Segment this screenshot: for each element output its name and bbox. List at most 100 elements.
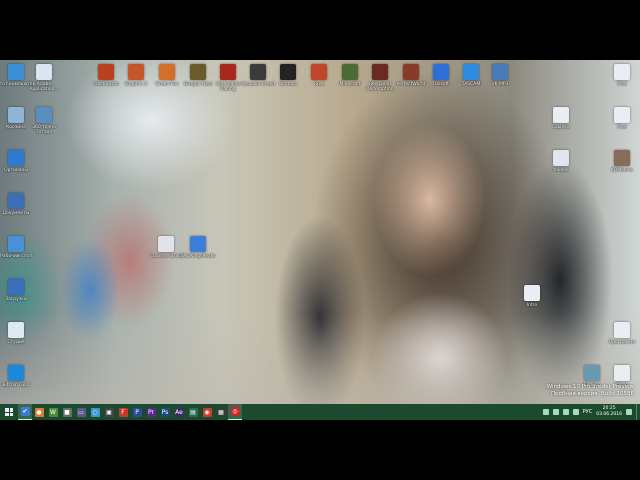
desktop-shortcut-label: Ссылка: [552, 125, 570, 130]
desktop-shortcut-label: WebKingsPeaks: [180, 254, 216, 259]
desktop-shortcut-label: Моё: [617, 125, 627, 130]
tb-app-5-button[interactable]: ▭: [74, 404, 88, 420]
tb-app-15-button[interactable]: ▦: [214, 404, 228, 420]
app-icon-2: [463, 64, 479, 80]
tb-app-6-button[interactable]: ○: [88, 404, 102, 420]
folder-icon-1: [8, 322, 24, 338]
tray-icon-2[interactable]: [552, 409, 559, 415]
tb-app-1-icon: ✔: [20, 407, 30, 416]
desktop-shortcut[interactable]: Рабочий стол: [0, 236, 36, 259]
tb-app-8-button[interactable]: F: [116, 404, 130, 420]
adobe-icon: [36, 64, 52, 80]
file-icon-6: [553, 107, 569, 123]
game-icon-1: [98, 64, 114, 80]
gem-icon: [8, 365, 24, 381]
windows-logo-icon: [5, 408, 13, 416]
computer-icon: [8, 64, 24, 80]
tb-app-11-icon: Ps: [160, 407, 170, 417]
desktop-shortcut-label: tokens: [553, 168, 569, 173]
tb-app-4-button[interactable]: ■: [60, 404, 74, 420]
tb-app-12-icon: Ae: [174, 407, 184, 417]
game-icon-8: [403, 64, 419, 80]
game-icon-2: [128, 64, 144, 80]
desktop-shortcut-label: Загрузки: [5, 297, 27, 302]
tb-app-14-button[interactable]: ◉: [200, 404, 214, 420]
desktop-shortcut-label: 360 точно Тотаоп: [32, 125, 56, 135]
center-file-icon-1: [158, 236, 174, 252]
warface-icon: [280, 64, 296, 80]
desktop-shortcut-label: Bitcoin Gold: [2, 383, 30, 388]
file-icon-11: [614, 365, 630, 381]
desktop-shortcut-label: KOMkoins: [611, 168, 633, 173]
tb-app-5-icon: ▭: [76, 407, 86, 417]
desktop-shortcut[interactable]: KOMkoins: [602, 150, 640, 173]
desktop-shortcut-label: Моё: [617, 82, 627, 87]
desktop-shortcut[interactable]: Загрузки: [0, 279, 36, 302]
game-icon-7: [372, 64, 388, 80]
desktop-shortcut[interactable]: Adobe Application...: [24, 64, 64, 92]
desktop-shortcut-label: Документы: [2, 211, 30, 216]
desktop-shortcut[interactable]: Моё: [602, 107, 640, 130]
tb-app-7-icon: ▣: [104, 407, 114, 417]
tray-icon-1[interactable]: [542, 409, 549, 415]
desktop-shortcut[interactable]: Студия: [0, 322, 36, 345]
desktop-shortcut[interactable]: 360 точно Тотаоп: [24, 107, 64, 135]
network-icon[interactable]: [562, 409, 569, 415]
desktop-shortcut[interactable]: tokens: [541, 150, 581, 173]
game-icon-4: [190, 64, 206, 80]
clock[interactable]: 20:25 03.06.2016: [596, 406, 622, 418]
taskbar: ✔ ● W ■ ▭ ○ ▣ F P Pr Ps Ae ▤ ◉ ▦ ◎ РУС 20:25 03.06.2016: [0, 404, 640, 420]
tb-app-2-icon: ●: [34, 407, 44, 417]
start-button[interactable]: [0, 404, 18, 420]
tb-app-3-icon: W: [48, 407, 58, 417]
tb-app-16-icon: ◎: [230, 407, 240, 416]
tb-app-16-button[interactable]: ◎: [228, 404, 242, 420]
watermark-line1: Windows 10 Pro Insider Preview: [546, 384, 634, 390]
file-icon-1: [8, 193, 24, 209]
tb-app-11-button[interactable]: Ps: [158, 404, 172, 420]
volume-icon[interactable]: [572, 409, 579, 415]
tb-app-9-button[interactable]: P: [130, 404, 144, 420]
notifications-icon[interactable]: [626, 409, 632, 415]
file-icon-2: [8, 236, 24, 252]
recycle-bin-icon: [8, 107, 24, 123]
letterbox-top: [0, 0, 640, 60]
tb-app-3-button[interactable]: W: [46, 404, 60, 420]
letterbox-bottom: [0, 420, 640, 480]
clock-date: 03.06.2016: [596, 412, 622, 417]
tb-app-8-icon: F: [118, 407, 128, 417]
game-icon-6: [250, 64, 266, 80]
tb-app-15-icon: ▦: [216, 407, 226, 417]
tb-app-2-button[interactable]: ●: [32, 404, 46, 420]
tb-app-6-icon: ○: [90, 407, 100, 417]
desktop-shortcut-label: Студия: [7, 340, 25, 345]
tb-app-10-button[interactable]: Pr: [144, 404, 158, 420]
tb-app-7-button[interactable]: ▣: [102, 404, 116, 420]
desktop-shortcut[interactable]: Документы: [0, 193, 36, 216]
text-file-icon: [8, 150, 24, 166]
desktop-shortcut[interactable]: Моё: [602, 64, 640, 87]
gallery-icon: [614, 150, 630, 166]
tb-app-13-button[interactable]: ▤: [186, 404, 200, 420]
tb-app-4-icon: ■: [62, 407, 72, 417]
tb-app-9-icon: P: [132, 407, 142, 417]
language-indicator[interactable]: РУС: [583, 409, 593, 415]
desktop-shortcut[interactable]: Ссылка: [541, 107, 581, 130]
taskbar-apps: ✔ ● W ■ ▭ ○ ▣ F P Pr Ps Ae ▤ ◉ ▦ ◎: [18, 404, 242, 420]
desktop-shortcut[interactable]: Оргиналы: [0, 150, 36, 173]
desktop-shortcut-label: Intro: [526, 303, 538, 308]
desktop-shortcut[interactable]: Intro: [512, 285, 552, 308]
desktop-shortcut[interactable]: WebKingsPeaks: [178, 236, 218, 259]
tb-app-1-button[interactable]: ✔: [18, 404, 32, 420]
center-file-icon-2: [190, 236, 206, 252]
tb-app-12-button[interactable]: Ae: [172, 404, 186, 420]
desktop-shortcut[interactable]: Bitcoin Gold: [0, 365, 36, 388]
desktop-shortcut-label: Программа: [608, 340, 636, 345]
show-desktop-button[interactable]: [636, 404, 640, 420]
desktop-shortcut[interactable]: Программа: [602, 322, 640, 345]
desktop[interactable]: Этот компьютер Adobe Application... Корзин…: [0, 60, 640, 404]
file-icon-10: [584, 365, 600, 381]
minecraft-icon: [342, 64, 358, 80]
desktop-shortcut[interactable]: VK MP3: [480, 64, 520, 87]
file-icon-5: [614, 107, 630, 123]
